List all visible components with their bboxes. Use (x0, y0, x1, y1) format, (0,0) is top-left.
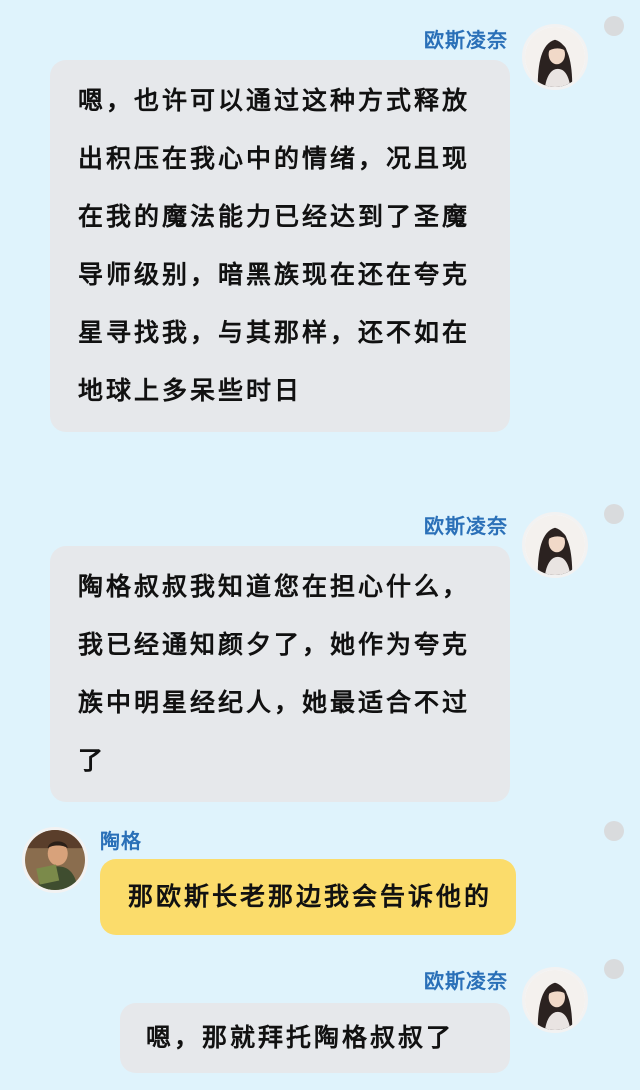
girl-portrait-icon (525, 970, 585, 1030)
message-bubble: 陶格叔叔我知道您在担心什么，我已经通知颜夕了，她作为夸克族中明星经纪人，她最适合… (50, 546, 510, 802)
man-reading-portrait-icon (25, 830, 85, 890)
sender-name: 欧斯凌奈 (424, 28, 508, 52)
sender-name: 欧斯凌奈 (424, 969, 508, 993)
avatar[interactable] (522, 967, 588, 1033)
message-bubble: 嗯，也许可以通过这种方式释放出积压在我心中的情绪，况且现在我的魔法能力已经达到了… (50, 60, 510, 432)
chat-message: 欧斯凌奈 陶格叔叔我知道您在担心什么，我已经通知颜夕了，她作为夸克族中明星经纪人… (0, 500, 640, 810)
chat-message: 欧斯凌奈 嗯，那就拜托陶格叔叔了 (0, 955, 640, 1090)
status-dot-icon (604, 959, 624, 979)
sender-name: 欧斯凌奈 (424, 514, 508, 538)
avatar[interactable] (522, 24, 588, 90)
status-dot-icon (604, 16, 624, 36)
avatar[interactable] (22, 827, 88, 893)
sender-name: 陶格 (100, 829, 142, 853)
message-bubble: 那欧斯长老那边我会告诉他的 (100, 859, 517, 935)
message-bubble: 嗯，那就拜托陶格叔叔了 (120, 1003, 510, 1073)
chat-message: 欧斯凌奈 嗯，也许可以通过这种方式释放出积压在我心中的情绪，况且现在我的魔法能力… (0, 0, 640, 490)
chat-message: 陶格 那欧斯长老那边我会告诉他的 (0, 815, 640, 955)
girl-portrait-icon (525, 27, 585, 87)
status-dot-icon (604, 504, 624, 524)
girl-portrait-icon (525, 515, 585, 575)
status-dot-icon (604, 821, 624, 841)
avatar[interactable] (522, 512, 588, 578)
